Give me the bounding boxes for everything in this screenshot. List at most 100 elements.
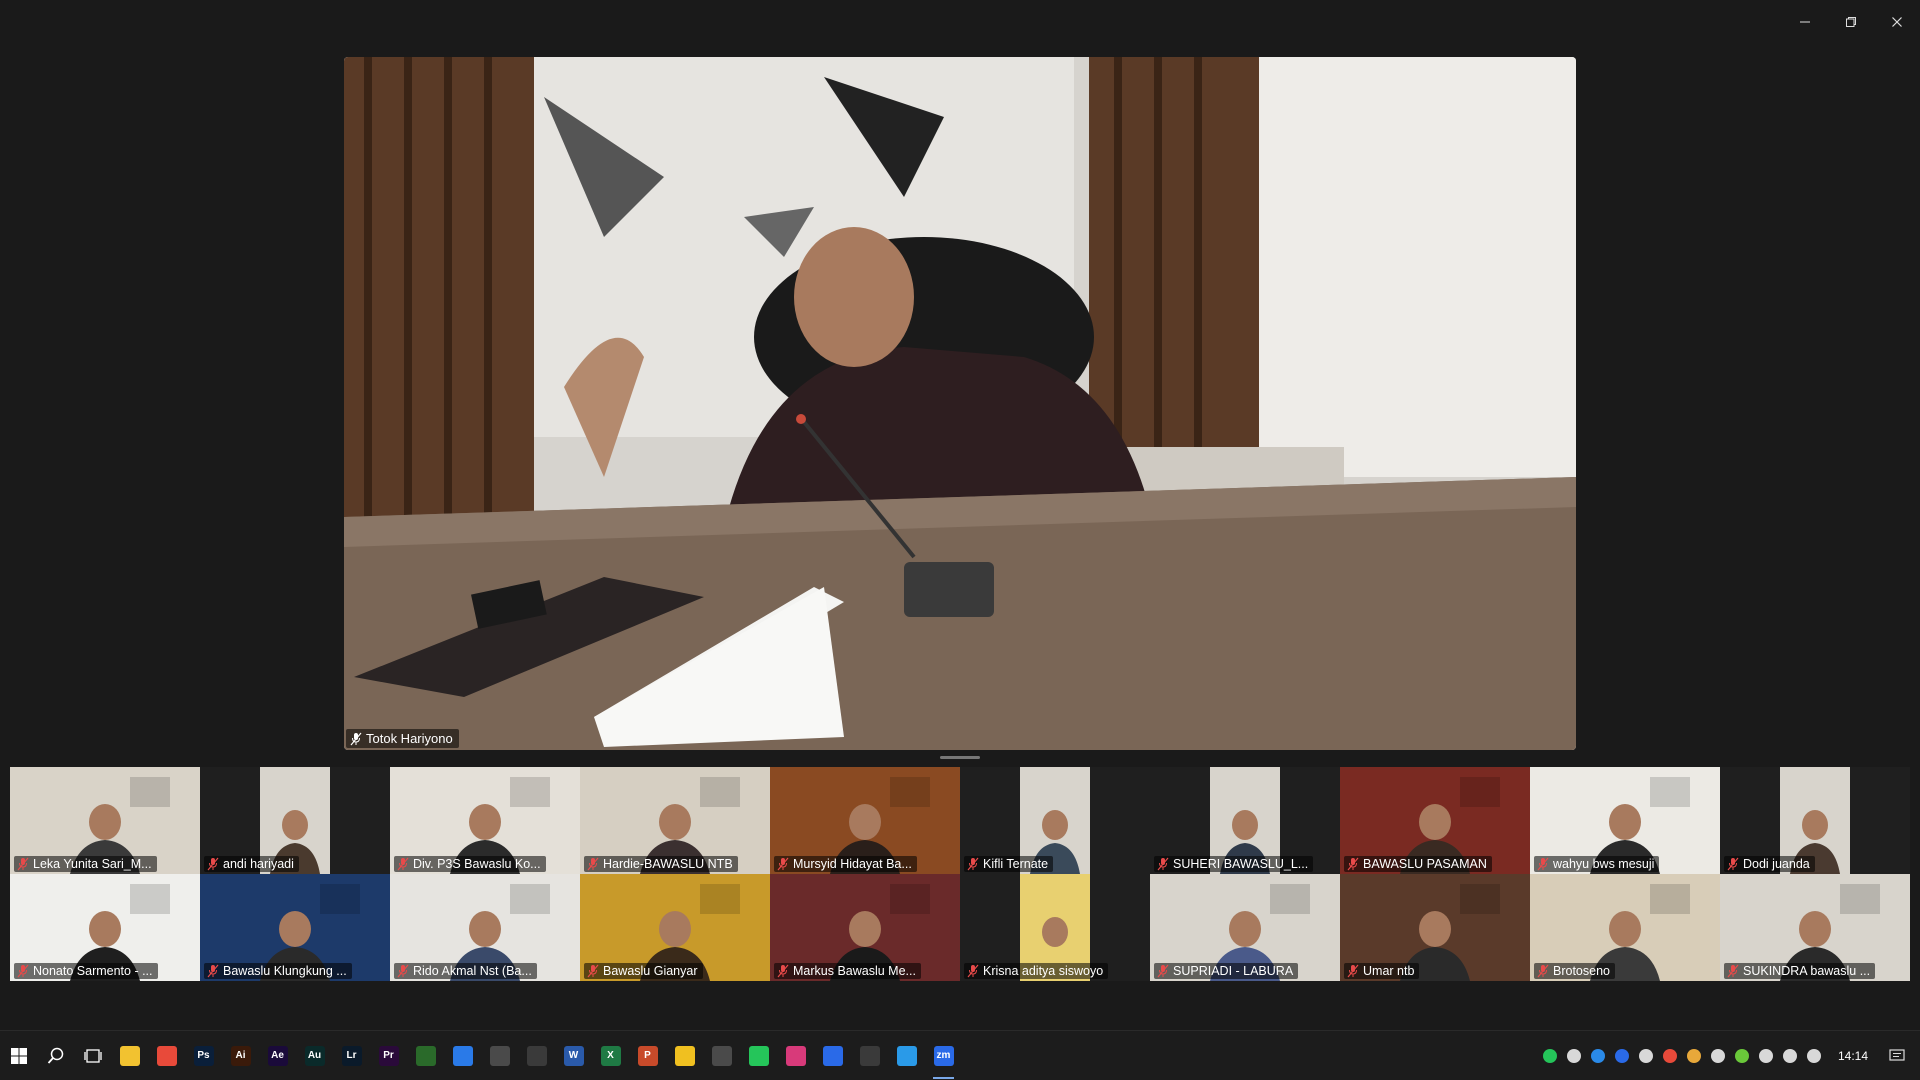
- bluetooth-icon[interactable]: [1588, 1046, 1608, 1066]
- audition-taskbar-button[interactable]: Au: [296, 1031, 333, 1080]
- photoshop-icon: Ps: [193, 1045, 214, 1066]
- mic-muted-icon: [1347, 857, 1359, 871]
- participant-name: SUHERI BAWASLU_L...: [1173, 857, 1309, 871]
- participant-tile[interactable]: Rido Akmal Nst (Ba...: [390, 874, 580, 981]
- bluesky-icon: [896, 1045, 917, 1066]
- participant-tile[interactable]: andi hariyadi: [200, 767, 390, 874]
- participant-name: Mursyid Hidayat Ba...: [793, 857, 912, 871]
- zoom-tray-icon[interactable]: [1612, 1046, 1632, 1066]
- nvidia-icon[interactable]: [1732, 1046, 1752, 1066]
- participant-name: Hardie-BAWASLU NTB: [603, 857, 733, 871]
- sticky-notes-taskbar-button[interactable]: [666, 1031, 703, 1080]
- speaker-name-tag: Totok Hariyono: [346, 729, 459, 748]
- participant-tile[interactable]: Div. P3S Bawaslu Ko...: [390, 767, 580, 874]
- facebook-taskbar-button[interactable]: [814, 1031, 851, 1080]
- close-button[interactable]: [1874, 0, 1920, 44]
- whatsapp-icon: [748, 1045, 769, 1066]
- speaker-video-feed: [344, 57, 1576, 750]
- restore-button[interactable]: [1828, 0, 1874, 44]
- participant-tile[interactable]: Umar ntb: [1340, 874, 1530, 981]
- participant-tile[interactable]: Dodi juanda: [1720, 767, 1910, 874]
- calculator-taskbar-button[interactable]: [703, 1031, 740, 1080]
- active-speaker-video[interactable]: Totok Hariyono: [344, 57, 1576, 750]
- participant-tile[interactable]: BAWASLU PASAMAN: [1340, 767, 1530, 874]
- onedrive-icon[interactable]: [1636, 1046, 1656, 1066]
- network-icon[interactable]: [1780, 1046, 1800, 1066]
- illustrator-taskbar-button[interactable]: Ai: [222, 1031, 259, 1080]
- powerpoint-icon: P: [637, 1045, 658, 1066]
- participant-name-tag: Leka Yunita Sari_M...: [14, 856, 157, 872]
- whatsapp-taskbar-button[interactable]: [740, 1031, 777, 1080]
- participant-tile[interactable]: SUKINDRA bawaslu ...: [1720, 874, 1910, 981]
- zoom-taskbar-button[interactable]: zm: [925, 1031, 962, 1080]
- participant-tile[interactable]: Bawaslu Klungkung ...: [200, 874, 390, 981]
- photoshop-taskbar-button[interactable]: Ps: [185, 1031, 222, 1080]
- tray-glyph: [1614, 1048, 1629, 1063]
- bluesky-taskbar-button[interactable]: [888, 1031, 925, 1080]
- participant-name: wahyu bws mesuji: [1553, 857, 1655, 871]
- participant-tile[interactable]: Krisna aditya siswoyo: [960, 874, 1150, 981]
- participant-tile[interactable]: Kifli Ternate: [960, 767, 1150, 874]
- mic-muted-icon: [397, 857, 409, 871]
- participant-name-tag: Krisna aditya siswoyo: [964, 963, 1109, 979]
- tray-glyph: [1542, 1048, 1557, 1063]
- color-app-icon[interactable]: [1684, 1046, 1704, 1066]
- lightroom-taskbar-button[interactable]: Lr: [333, 1031, 370, 1080]
- antivirus-icon[interactable]: [1660, 1046, 1680, 1066]
- calculator-icon: [711, 1045, 732, 1066]
- app-tray-icon[interactable]: [1564, 1046, 1584, 1066]
- participant-tile[interactable]: SUHERI BAWASLU_L...: [1150, 767, 1340, 874]
- mic-muted-icon: [207, 964, 219, 978]
- participant-name: SUKINDRA bawaslu ...: [1743, 964, 1871, 978]
- task-view-taskbar-button[interactable]: [74, 1031, 111, 1080]
- gallery-resize-handle[interactable]: [940, 756, 980, 759]
- participant-name-tag: Brotoseno: [1534, 963, 1615, 979]
- premiere-taskbar-button[interactable]: Pr: [370, 1031, 407, 1080]
- instagram-taskbar-button[interactable]: [777, 1031, 814, 1080]
- participant-tile[interactable]: Markus Bawaslu Me...: [770, 874, 960, 981]
- whatsapp-tray-icon[interactable]: [1540, 1046, 1560, 1066]
- participant-tile[interactable]: Brotoseno: [1530, 874, 1720, 981]
- participant-name: Leka Yunita Sari_M...: [33, 857, 152, 871]
- mic-muted-icon: [587, 964, 599, 978]
- participant-tile[interactable]: Nonato Sarmento - ...: [10, 874, 200, 981]
- input-icon[interactable]: [1756, 1046, 1776, 1066]
- terminal-taskbar-button[interactable]: [518, 1031, 555, 1080]
- excel-taskbar-button[interactable]: X: [592, 1031, 629, 1080]
- browser-icon: [452, 1045, 473, 1066]
- mic-muted-icon: [1727, 857, 1739, 871]
- participant-name: SUPRIADI - LABURA: [1173, 964, 1294, 978]
- participant-tile[interactable]: Leka Yunita Sari_M...: [10, 767, 200, 874]
- participant-name: Rido Akmal Nst (Ba...: [413, 964, 532, 978]
- participant-tile[interactable]: Hardie-BAWASLU NTB: [580, 767, 770, 874]
- after-effects-taskbar-button[interactable]: Ae: [259, 1031, 296, 1080]
- search-taskbar-button[interactable]: [37, 1031, 74, 1080]
- system-tray: 14:14: [1540, 1031, 1920, 1080]
- pen-tool-taskbar-button[interactable]: [407, 1031, 444, 1080]
- participant-tile[interactable]: SUPRIADI - LABURA: [1150, 874, 1340, 981]
- participant-gallery: Leka Yunita Sari_M... andi hariyadi Div. P…: [10, 767, 1910, 982]
- shield-icon[interactable]: [1708, 1046, 1728, 1066]
- chrome-taskbar-button[interactable]: [148, 1031, 185, 1080]
- participant-tile[interactable]: wahyu bws mesuji: [1530, 767, 1720, 874]
- browser-taskbar-button[interactable]: [444, 1031, 481, 1080]
- mic-muted-icon: [1537, 857, 1549, 871]
- app-taskbar-button[interactable]: [481, 1031, 518, 1080]
- word-taskbar-button[interactable]: W: [555, 1031, 592, 1080]
- participant-tile[interactable]: Bawaslu Gianyar: [580, 874, 770, 981]
- tray-glyph: [1566, 1048, 1581, 1063]
- minimize-button[interactable]: [1782, 0, 1828, 44]
- start-taskbar-button[interactable]: [0, 1031, 37, 1080]
- powerpoint-taskbar-button[interactable]: P: [629, 1031, 666, 1080]
- mic-muted-icon: [207, 857, 219, 871]
- participant-tile[interactable]: Mursyid Hidayat Ba...: [770, 767, 960, 874]
- clock[interactable]: 14:14: [1828, 1049, 1878, 1063]
- tray-glyph: [1758, 1048, 1773, 1063]
- mic-muted-icon: [967, 857, 979, 871]
- volume-icon[interactable]: [1804, 1046, 1824, 1066]
- file-explorer-icon: [119, 1045, 140, 1066]
- threads-taskbar-button[interactable]: [851, 1031, 888, 1080]
- file-explorer-taskbar-button[interactable]: [111, 1031, 148, 1080]
- notification-button[interactable]: [1882, 1031, 1912, 1080]
- word-icon: W: [563, 1045, 584, 1066]
